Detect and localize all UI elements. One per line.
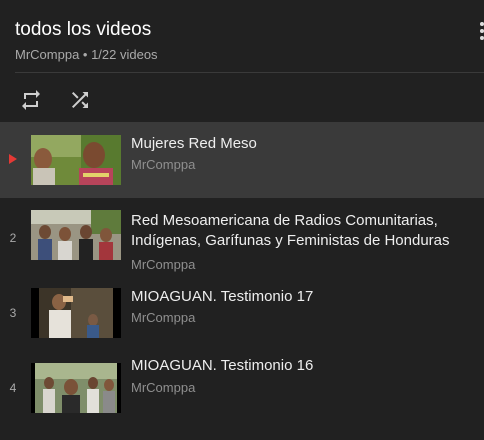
list-item[interactable]: Mujeres Red Meso MrComppa bbox=[0, 122, 484, 198]
playlist-title[interactable]: todos los videos bbox=[15, 19, 151, 41]
list-item[interactable]: 2 Red Mesoamericana de Radios Comunitari… bbox=[0, 198, 484, 278]
repeat-icon bbox=[22, 90, 40, 110]
playlist-subtitle: MrComppa • 1/22 videos bbox=[15, 47, 158, 62]
loop-button[interactable] bbox=[17, 86, 45, 114]
shuffle-icon bbox=[72, 92, 88, 108]
video-title: MIOAGUAN. Testimonio 17 bbox=[131, 288, 314, 305]
playlist-header: todos los videos MrComppa • 1/22 videos bbox=[0, 0, 484, 72]
list-item[interactable]: 4 MIOAGUAN. Testimonio 16 MrComppa bbox=[0, 350, 484, 430]
more-options-icon[interactable] bbox=[480, 22, 484, 40]
playlist-controls bbox=[0, 80, 484, 120]
video-index: 4 bbox=[9, 381, 17, 395]
header-divider bbox=[15, 72, 484, 73]
video-thumbnail[interactable] bbox=[31, 135, 121, 185]
video-channel: MrComppa bbox=[131, 257, 196, 272]
video-index: 3 bbox=[9, 306, 17, 320]
shuffle-button[interactable] bbox=[66, 86, 94, 114]
video-title: MIOAGUAN. Testimonio 16 bbox=[131, 357, 314, 374]
video-title: Red Mesoamericana de Radios Comunitarias… bbox=[131, 212, 450, 249]
video-title: Mujeres Red Meso bbox=[131, 135, 257, 152]
video-thumbnail[interactable] bbox=[31, 363, 121, 413]
video-index: 2 bbox=[9, 231, 17, 245]
video-channel: MrComppa bbox=[131, 380, 196, 395]
video-channel: MrComppa bbox=[131, 157, 196, 172]
video-thumbnail[interactable] bbox=[31, 210, 121, 260]
list-item[interactable]: 3 MIOAGUAN. Testimonio 17 MrComppa bbox=[0, 278, 484, 350]
video-thumbnail[interactable] bbox=[31, 288, 121, 338]
video-channel: MrComppa bbox=[131, 310, 196, 325]
now-playing-icon bbox=[9, 154, 17, 164]
